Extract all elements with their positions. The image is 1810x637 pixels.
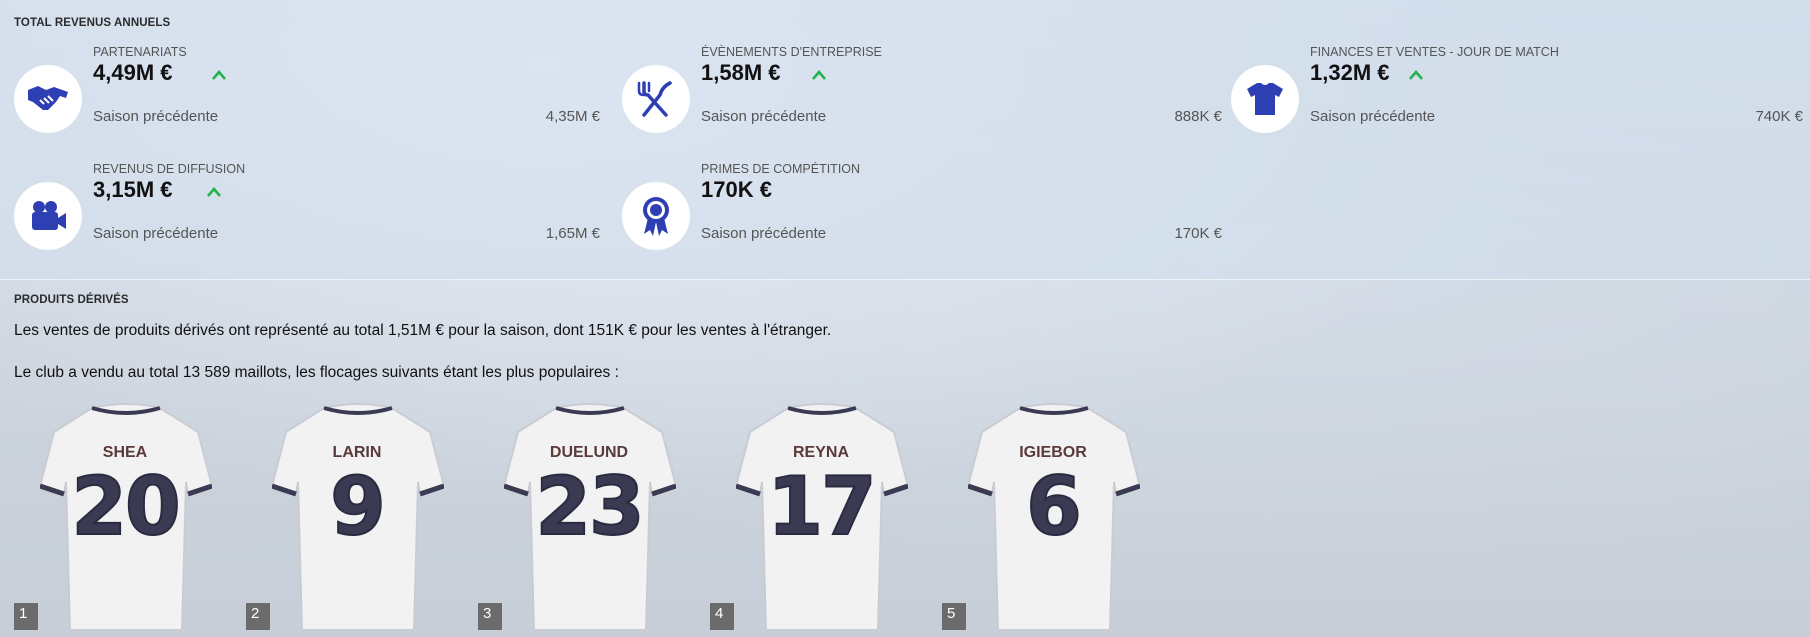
revenue-card-competition-prizes[interactable]: PRIMES DE COMPÉTITION 170K € Saison préc… (622, 162, 1222, 272)
card-value: 4,49M € (93, 60, 173, 85)
card-value: 1,58M € (701, 60, 781, 85)
shirt-card[interactable]: SHEA 20 (40, 402, 230, 636)
trend-up-icon (207, 187, 221, 197)
previous-season-label: Saison précédente (701, 108, 827, 125)
previous-season-value: 170K € (1174, 225, 1222, 242)
shirt-card[interactable]: DUELUND 23 (504, 402, 694, 636)
revenue-section-title: TOTAL REVENUS ANNUELS (14, 17, 171, 29)
previous-season-label: Saison précédente (701, 225, 827, 242)
card-value: 1,32M € (1310, 60, 1390, 85)
rank-badge: 2 (246, 603, 270, 630)
card-label: PARTENARIATS (93, 45, 187, 59)
shirt-number: 6 (1025, 459, 1083, 554)
handshake-icon (14, 65, 82, 133)
rank-badge: 1 (14, 603, 38, 630)
trend-up-icon (1409, 70, 1423, 80)
previous-season-label: Saison précédente (93, 225, 219, 242)
video-camera-icon (14, 182, 82, 250)
merch-section-title: PRODUITS DÉRIVÉS (14, 294, 129, 306)
shirt-number: 9 (329, 459, 387, 554)
card-label: PRIMES DE COMPÉTITION (701, 162, 861, 176)
fork-knife-icon (622, 65, 690, 133)
revenue-card-matchday[interactable]: FINANCES ET VENTES - JOUR DE MATCH 1,32M… (1231, 45, 1803, 155)
card-value: 170K € (701, 177, 772, 202)
shirt-icon (1231, 65, 1299, 133)
shirt-number: 20 (70, 459, 181, 554)
card-label: REVENUS DE DIFFUSION (93, 162, 246, 176)
previous-season-value: 888K € (1174, 108, 1222, 125)
shirt-card[interactable]: REYNA 17 (736, 402, 926, 636)
award-ribbon-icon (622, 182, 690, 250)
trend-up-icon (212, 70, 226, 80)
previous-season-value: 1,65M € (545, 225, 600, 242)
shirt-number: 17 (766, 459, 877, 554)
card-label: FINANCES ET VENTES - JOUR DE MATCH (1310, 45, 1559, 59)
trend-up-icon (812, 70, 826, 80)
shirt-card[interactable]: IGIEBOR 6 (968, 402, 1158, 636)
rank-badge: 3 (478, 603, 502, 630)
revenue-card-corporate-events[interactable]: ÉVÈNEMENTS D'ENTREPRISE 1,58M € Saison p… (622, 45, 1222, 155)
rank-badge: 4 (710, 603, 734, 630)
previous-season-label: Saison précédente (93, 108, 219, 125)
revenue-card-broadcast[interactable]: REVENUS DE DIFFUSION 3,15M € Saison préc… (14, 162, 614, 272)
rank-badge: 5 (942, 603, 966, 630)
previous-season-value: 740K € (1755, 108, 1803, 125)
revenue-card-partnerships[interactable]: PARTENARIATS 4,49M € Saison précédente 4… (14, 45, 614, 155)
previous-season-value: 4,35M € (545, 108, 600, 125)
shirt-card[interactable]: LARIN 9 (272, 402, 462, 636)
merch-sales-text: Les ventes de produits dérivés ont repré… (14, 322, 832, 339)
previous-season-label: Saison précédente (1310, 108, 1436, 125)
card-value: 3,15M € (93, 177, 173, 202)
merch-shirts-text: Le club a vendu au total 13 589 maillots… (14, 364, 619, 381)
card-label: ÉVÈNEMENTS D'ENTREPRISE (701, 45, 882, 59)
shirt-number: 23 (534, 459, 645, 554)
